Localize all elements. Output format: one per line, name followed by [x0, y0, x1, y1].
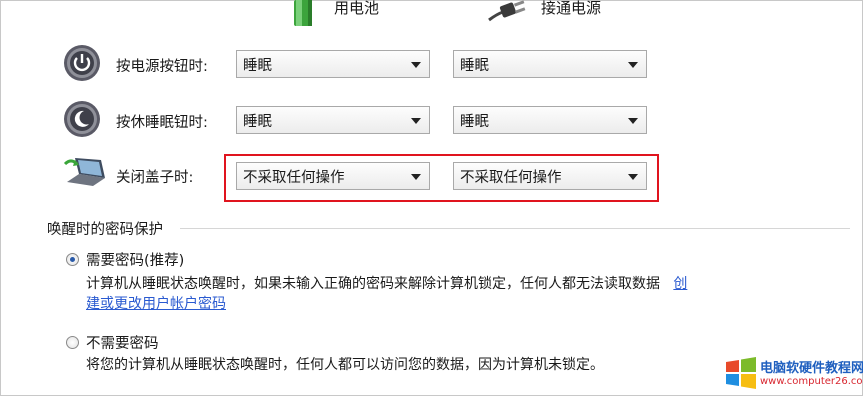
select-value: 睡眠: [460, 57, 489, 74]
require-password-desc-text: 计算机从睡眠状态唤醒时，如果未输入正确的密码来解除计算机锁定，任何人都无法读取数…: [86, 276, 660, 292]
require-password-radio[interactable]: [66, 253, 79, 266]
select-value: 睡眠: [460, 113, 489, 130]
require-password-description: 计算机从睡眠状态唤醒时，如果未输入正确的密码来解除计算机锁定，任何人都无法读取数…: [86, 273, 687, 293]
change-password-link[interactable]: 建或更改用户帐户密码: [86, 293, 226, 313]
power-button-label: 按电源按钮时:: [116, 59, 208, 75]
watermark: 电脑软硬件教程网 www.computer26.com: [724, 354, 863, 392]
dropdown-arrow-icon: [411, 118, 421, 124]
power-plug-icon: [488, 0, 526, 22]
change-password-link-part1[interactable]: 创: [673, 276, 687, 292]
sleep-button-label: 按休睡眠钮时:: [116, 115, 208, 131]
plugged-column-label: 接通电源: [541, 0, 602, 17]
power-button-row: 按电源按钮时: 睡眠 睡眠: [0, 44, 863, 84]
power-button-icon: [64, 45, 100, 81]
dropdown-arrow-icon: [628, 62, 638, 68]
sleep-button-row: 按休睡眠钮时: 睡眠 睡眠: [0, 100, 863, 140]
dropdown-arrow-icon: [411, 62, 421, 68]
battery-icon: [294, 0, 312, 26]
watermark-url: www.computer26.com: [760, 376, 863, 387]
no-password-description: 将您的计算机从睡眠状态唤醒时，任何人都可以访问您的数据，因为计算机未锁定。: [86, 357, 604, 373]
close-lid-label: 关闭盖子时:: [116, 170, 194, 186]
sleep-button-icon: [64, 101, 100, 137]
no-password-radio[interactable]: [66, 336, 79, 349]
power-button-plugged-select[interactable]: 睡眠: [453, 50, 647, 78]
watermark-title: 电脑软硬件教程网: [760, 361, 863, 376]
sleep-button-battery-select[interactable]: 睡眠: [236, 106, 430, 134]
no-password-label[interactable]: 不需要密码: [86, 332, 159, 353]
windows-logo-icon: [726, 357, 756, 389]
annotation-highlight-box: [224, 154, 659, 202]
require-password-label[interactable]: 需要密码(推荐): [86, 249, 184, 270]
select-value: 睡眠: [243, 57, 272, 74]
laptop-lid-icon: [63, 158, 105, 186]
sleep-button-plugged-select[interactable]: 睡眠: [453, 106, 647, 134]
battery-column-label: 用电池: [334, 0, 380, 17]
power-button-battery-select[interactable]: 睡眠: [236, 50, 430, 78]
section-divider: [180, 228, 850, 229]
dropdown-arrow-icon: [628, 118, 638, 124]
select-value: 睡眠: [243, 113, 272, 130]
password-section-title: 唤醒时的密码保护: [47, 222, 163, 238]
